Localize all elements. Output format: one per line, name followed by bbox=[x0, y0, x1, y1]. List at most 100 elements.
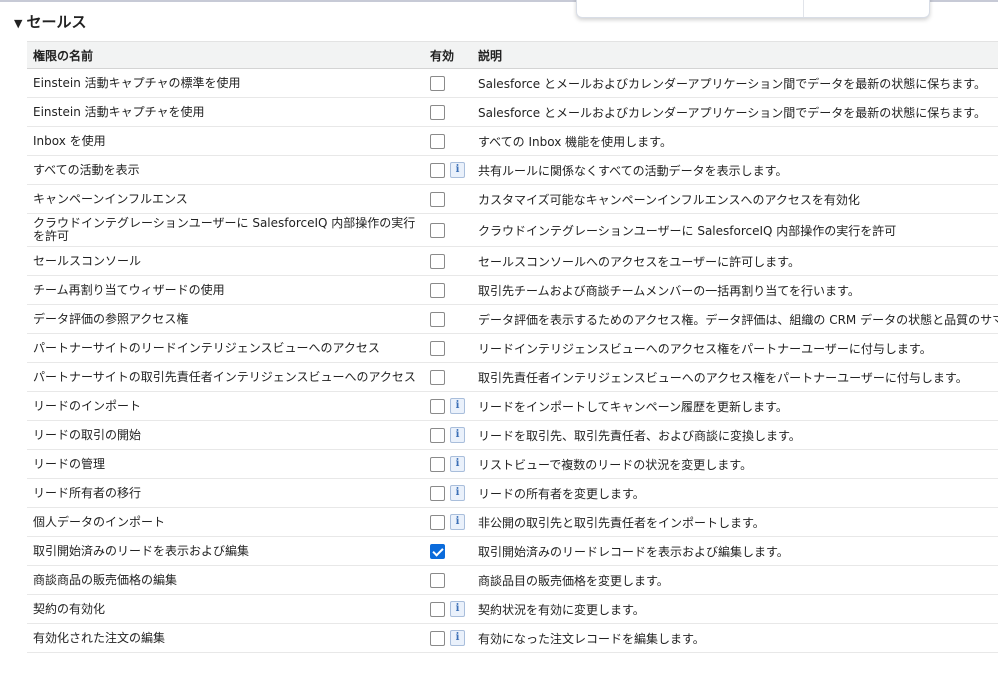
permission-name: セールスコンソール bbox=[27, 246, 425, 276]
column-header-enabled: 有効 bbox=[425, 41, 472, 69]
permission-description: リードの所有者を変更します。 bbox=[472, 478, 998, 508]
permission-description: 取引先チームおよび商談チームメンバーの一括再割り当てを行います。 bbox=[472, 275, 998, 305]
table-row: 有効化された注文の編集 i 有効になった注文レコードを編集します。 bbox=[27, 623, 998, 653]
enabled-cell bbox=[425, 565, 472, 595]
info-icon[interactable]: i bbox=[450, 162, 465, 178]
table-row: Inbox を使用 すべての Inbox 機能を使用します。 bbox=[27, 126, 998, 156]
enabled-checkbox[interactable] bbox=[430, 75, 445, 91]
permission-description: 有効になった注文レコードを編集します。 bbox=[472, 623, 998, 653]
enabled-checkbox[interactable] bbox=[430, 222, 445, 238]
enabled-checkbox[interactable] bbox=[430, 514, 445, 530]
permission-description: 取引先責任者インテリジェンスビューへのアクセス権をパートナーユーザーに付与します… bbox=[472, 362, 998, 392]
permission-description: セールスコンソールへのアクセスをユーザーに許可します。 bbox=[472, 246, 998, 276]
enabled-cell bbox=[425, 126, 472, 156]
permission-description: リードをインポートしてキャンペーン履歴を更新します。 bbox=[472, 391, 998, 421]
permission-name: リードの取引の開始 bbox=[27, 420, 425, 450]
enabled-checkbox[interactable] bbox=[430, 543, 445, 559]
enabled-cell: i bbox=[425, 155, 472, 185]
table-row: リード所有者の移行 i リードの所有者を変更します。 bbox=[27, 478, 998, 508]
enabled-cell bbox=[425, 536, 472, 566]
permission-description: Salesforce とメールおよびカレンダーアプリケーション間でデータを最新の… bbox=[472, 68, 998, 98]
enabled-checkbox[interactable] bbox=[430, 456, 445, 472]
enabled-cell bbox=[425, 304, 472, 334]
table-row: 契約の有効化 i 契約状況を有効に変更します。 bbox=[27, 594, 998, 624]
table-row: リードの取引の開始 i リードを取引先、取引先責任者、および商談に変換します。 bbox=[27, 420, 998, 450]
permission-description: 非公開の取引先と取引先責任者をインポートします。 bbox=[472, 507, 998, 537]
info-icon[interactable]: i bbox=[450, 485, 465, 501]
permission-description: リードインテリジェンスビューへのアクセス権をパートナーユーザーに付与します。 bbox=[472, 333, 998, 363]
table-row: パートナーサイトのリードインテリジェンスビューへのアクセス リードインテリジェンス… bbox=[27, 333, 998, 363]
permission-description: 取引開始済みのリードレコードを表示および編集します。 bbox=[472, 536, 998, 566]
table-row: リードの管理 i リストビューで複数のリードの状況を変更します。 bbox=[27, 449, 998, 479]
column-header-name: 権限の名前 bbox=[27, 41, 425, 69]
table-header-row: 権限の名前 有効 説明 bbox=[27, 41, 998, 69]
table-row: 商談商品の販売価格の編集 商談品目の販売価格を変更します。 bbox=[27, 565, 998, 595]
permission-description: データ評価を表示するためのアクセス権。データ評価は、組織の CRM データの状態… bbox=[472, 304, 998, 334]
enabled-cell bbox=[425, 213, 472, 247]
enabled-cell: i bbox=[425, 507, 472, 537]
enabled-checkbox[interactable] bbox=[430, 485, 445, 501]
permission-description: Salesforce とメールおよびカレンダーアプリケーション間でデータを最新の… bbox=[472, 97, 998, 127]
permission-description: リストビューで複数のリードの状況を変更します。 bbox=[472, 449, 998, 479]
permission-description: リードを取引先、取引先責任者、および商談に変換します。 bbox=[472, 420, 998, 450]
enabled-cell bbox=[425, 68, 472, 98]
enabled-cell: i bbox=[425, 391, 472, 421]
permission-name: 有効化された注文の編集 bbox=[27, 623, 425, 653]
permission-name: 契約の有効化 bbox=[27, 594, 425, 624]
table-row: Einstein 活動キャプチャを使用 Salesforce とメールおよびカレン… bbox=[27, 97, 998, 127]
permission-description: 共有ルールに関係なくすべての活動データを表示します。 bbox=[472, 155, 998, 185]
enabled-cell bbox=[425, 97, 472, 127]
info-icon[interactable]: i bbox=[450, 398, 465, 414]
dropdown-popup bbox=[576, 0, 930, 18]
table-row: キャンペーンインフルエンス カスタマイズ可能なキャンペーンインフルエンスへのアクセ… bbox=[27, 184, 998, 214]
permissions-table: 権限の名前 有効 説明 Einstein 活動キャプチャの標準を使用 Salesf… bbox=[27, 41, 998, 653]
permission-name: Einstein 活動キャプチャを使用 bbox=[27, 97, 425, 127]
enabled-checkbox[interactable] bbox=[430, 630, 445, 646]
info-icon[interactable]: i bbox=[450, 601, 465, 617]
enabled-checkbox[interactable] bbox=[430, 191, 445, 207]
enabled-cell bbox=[425, 246, 472, 276]
enabled-checkbox[interactable] bbox=[430, 601, 445, 617]
permission-description: カスタマイズ可能なキャンペーンインフルエンスへのアクセスを有効化 bbox=[472, 184, 998, 214]
section-title: セールス bbox=[26, 13, 87, 31]
permission-name: クラウドインテグレーションユーザーに SalesforceIQ 内部操作の実行を… bbox=[27, 213, 425, 247]
permission-name: リードの管理 bbox=[27, 449, 425, 479]
enabled-checkbox[interactable] bbox=[430, 282, 445, 298]
enabled-checkbox[interactable] bbox=[430, 133, 445, 149]
permission-description: 契約状況を有効に変更します。 bbox=[472, 594, 998, 624]
info-icon[interactable]: i bbox=[450, 456, 465, 472]
table-row: リードのインポート i リードをインポートしてキャンペーン履歴を更新します。 bbox=[27, 391, 998, 421]
table-row: Einstein 活動キャプチャの標準を使用 Salesforce とメールおよび… bbox=[27, 68, 998, 98]
enabled-checkbox[interactable] bbox=[430, 253, 445, 269]
enabled-checkbox[interactable] bbox=[430, 311, 445, 327]
permission-name: リード所有者の移行 bbox=[27, 478, 425, 508]
info-icon[interactable]: i bbox=[450, 514, 465, 530]
permission-description: すべての Inbox 機能を使用します。 bbox=[472, 126, 998, 156]
info-icon[interactable]: i bbox=[450, 427, 465, 443]
enabled-checkbox[interactable] bbox=[430, 340, 445, 356]
permission-name: 個人データのインポート bbox=[27, 507, 425, 537]
enabled-checkbox[interactable] bbox=[430, 369, 445, 385]
permission-description: 商談品目の販売価格を変更します。 bbox=[472, 565, 998, 595]
enabled-cell: i bbox=[425, 594, 472, 624]
permission-name: 取引開始済みのリードを表示および編集 bbox=[27, 536, 425, 566]
enabled-checkbox[interactable] bbox=[430, 104, 445, 120]
enabled-checkbox[interactable] bbox=[430, 427, 445, 443]
permission-name: リードのインポート bbox=[27, 391, 425, 421]
table-row: パートナーサイトの取引先責任者インテリジェンスビューへのアクセス 取引先責任者イン… bbox=[27, 362, 998, 392]
permission-name: チーム再割り当てウィザードの使用 bbox=[27, 275, 425, 305]
permission-name: Einstein 活動キャプチャの標準を使用 bbox=[27, 68, 425, 98]
enabled-checkbox[interactable] bbox=[430, 398, 445, 414]
table-row: セールスコンソール セールスコンソールへのアクセスをユーザーに許可します。 bbox=[27, 246, 998, 276]
table-row: 取引開始済みのリードを表示および編集 取引開始済みのリードレコードを表示および編集… bbox=[27, 536, 998, 566]
enabled-checkbox[interactable] bbox=[430, 572, 445, 588]
enabled-checkbox[interactable] bbox=[430, 162, 445, 178]
enabled-cell bbox=[425, 275, 472, 305]
collapse-triangle-icon[interactable]: ▼ bbox=[14, 17, 22, 30]
permission-name: パートナーサイトのリードインテリジェンスビューへのアクセス bbox=[27, 333, 425, 363]
permission-description: クラウドインテグレーションユーザーに SalesforceIQ 内部操作の実行を… bbox=[472, 213, 998, 247]
enabled-cell: i bbox=[425, 449, 472, 479]
info-icon[interactable]: i bbox=[450, 630, 465, 646]
section-header-sales[interactable]: ▼ セールス bbox=[14, 12, 86, 32]
popup-divider bbox=[803, 0, 804, 17]
